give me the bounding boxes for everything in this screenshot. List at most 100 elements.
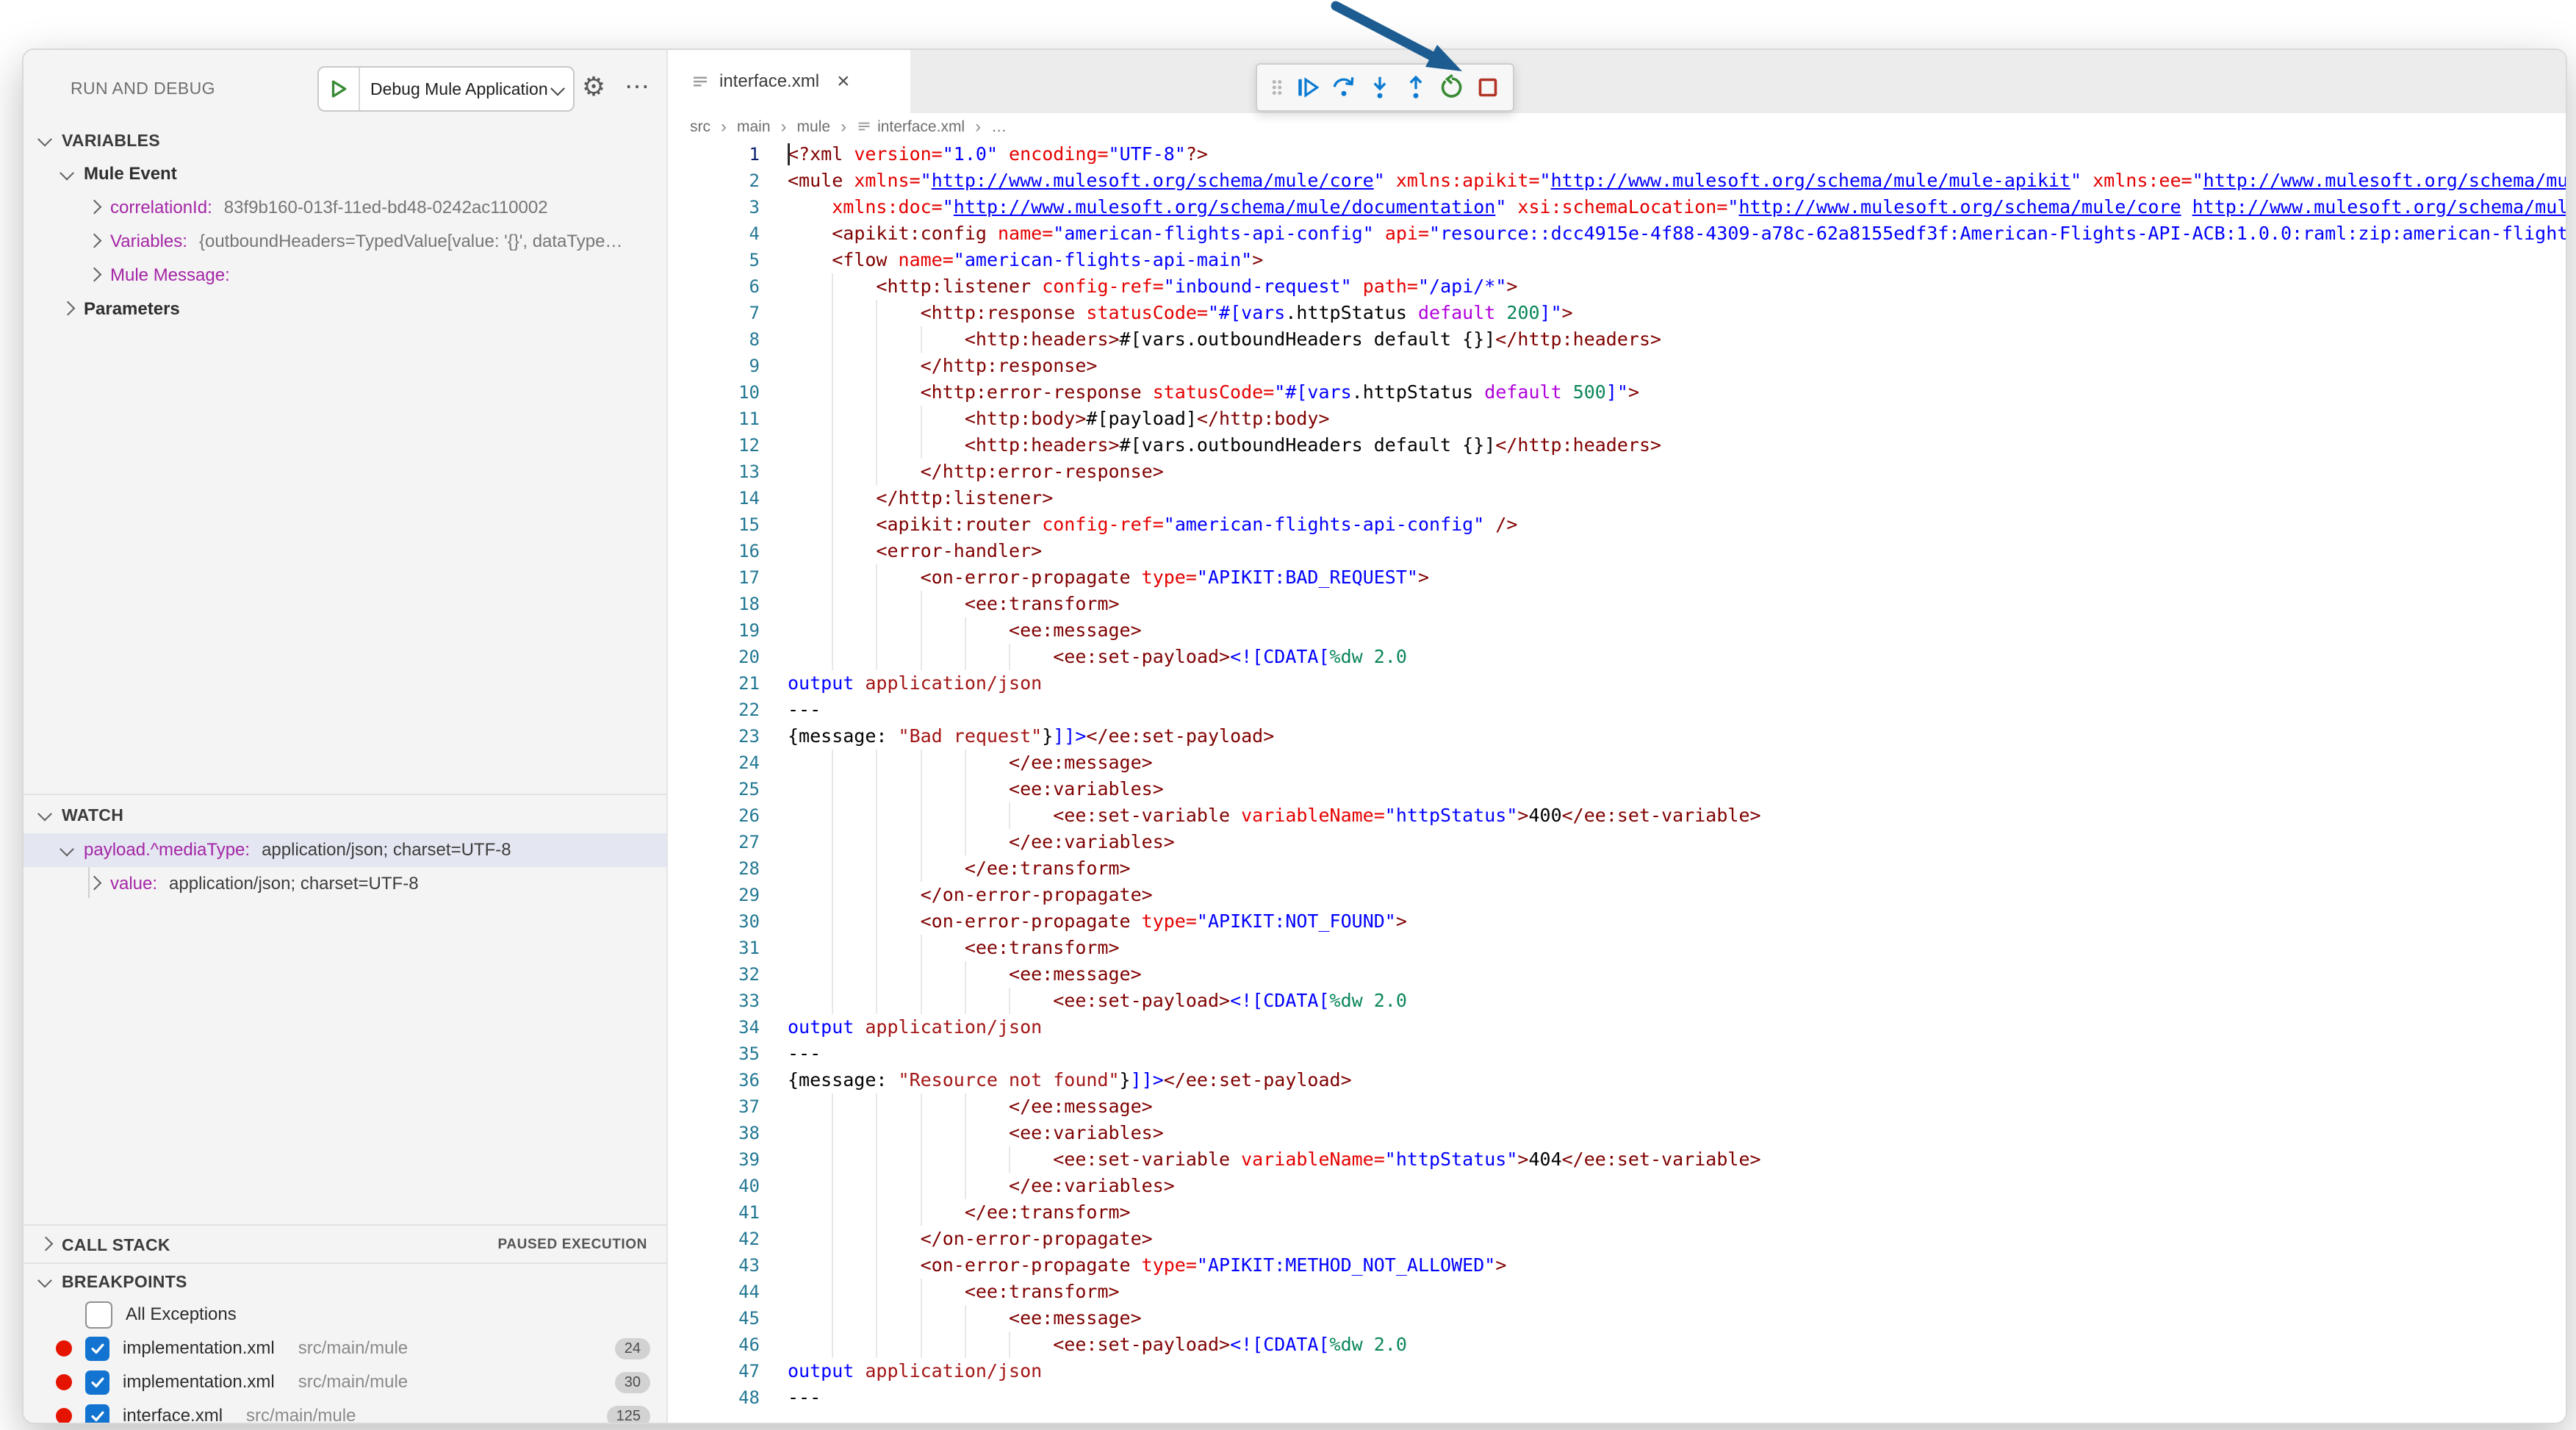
line-number[interactable]: 43 [668, 1252, 788, 1279]
line-number[interactable]: 30 [668, 908, 788, 935]
line-number[interactable]: 12 [668, 432, 788, 459]
line-number[interactable]: 21 [668, 670, 788, 697]
line-number[interactable]: 35 [668, 1041, 788, 1067]
code-line-20[interactable]: 20 <ee:set-payload><![CDATA[%dw 2.0 [668, 644, 2566, 670]
breadcrumb-item-src[interactable]: src [690, 118, 710, 136]
line-number[interactable]: 22 [668, 697, 788, 723]
breakpoint-checkbox[interactable] [85, 1301, 112, 1329]
variables-section-header[interactable]: VARIABLES [24, 123, 666, 157]
code-line-8[interactable]: 8 <http:headers>#[vars.outboundHeaders d… [668, 326, 2566, 353]
line-number[interactable]: 31 [668, 935, 788, 961]
start-debug-icon[interactable] [319, 68, 360, 110]
line-number[interactable]: 32 [668, 961, 788, 988]
breakpoint-checkbox[interactable] [85, 1336, 109, 1361]
code-viewport[interactable]: 1 <?xml version="1.0" encoding="UTF-8"?> 2… [668, 141, 2566, 1423]
watch-row-0[interactable]: payload.^mediaType: application/json; cha… [24, 833, 666, 867]
line-number[interactable]: 36 [668, 1067, 788, 1093]
code-line-41[interactable]: 41 </ee:transform> [668, 1199, 2566, 1226]
views-more-actions-icon[interactable]: ⋯ [620, 69, 655, 104]
line-number[interactable]: 6 [668, 273, 788, 300]
line-number[interactable]: 23 [668, 723, 788, 750]
variables-row-1[interactable]: correlationId: 83f9b160-013f-11ed-bd48-02… [24, 191, 666, 225]
code-line-5[interactable]: 5 <flow name="american-flights-api-main"… [668, 247, 2566, 273]
breadcrumb-item-interface.xml[interactable]: interface.xml [857, 118, 965, 136]
line-number[interactable]: 5 [668, 247, 788, 273]
code-line-23[interactable]: 23 {message: "Bad request"}]]></ee:set-pa… [668, 723, 2566, 750]
breakpoint-row-3[interactable]: interface.xml src/main/mule 125 [24, 1399, 666, 1423]
code-line-3[interactable]: 3 xmlns:doc="http://www.mulesoft.org/sch… [668, 194, 2566, 220]
code-line-45[interactable]: 45 <ee:message> [668, 1305, 2566, 1332]
code-line-37[interactable]: 37 </ee:message> [668, 1093, 2566, 1120]
code-line-33[interactable]: 33 <ee:set-payload><![CDATA[%dw 2.0 [668, 988, 2566, 1014]
line-number[interactable]: 29 [668, 882, 788, 908]
variables-row-2[interactable]: Variables: {outboundHeaders=TypedValue[va… [24, 225, 666, 259]
code-line-32[interactable]: 32 <ee:message> [668, 961, 2566, 988]
code-line-9[interactable]: 9 </http:response> [668, 353, 2566, 379]
line-number[interactable]: 13 [668, 459, 788, 485]
line-number[interactable]: 25 [668, 776, 788, 802]
code-line-21[interactable]: 21 output application/json [668, 670, 2566, 697]
line-number[interactable]: 42 [668, 1226, 788, 1252]
code-line-19[interactable]: 19 <ee:message> [668, 617, 2566, 644]
code-line-44[interactable]: 44 <ee:transform> [668, 1279, 2566, 1305]
line-number[interactable]: 7 [668, 300, 788, 326]
stop-icon[interactable] [1473, 73, 1503, 102]
code-line-18[interactable]: 18 <ee:transform> [668, 591, 2566, 617]
tab-interface-xml[interactable]: interface.xml × [668, 50, 910, 113]
code-line-11[interactable]: 11 <http:body>#[payload]</http:body> [668, 406, 2566, 432]
code-line-16[interactable]: 16 <error-handler> [668, 538, 2566, 564]
code-line-1[interactable]: 1 <?xml version="1.0" encoding="UTF-8"?> [668, 141, 2566, 168]
line-number[interactable]: 17 [668, 564, 788, 591]
code-line-27[interactable]: 27 </ee:variables> [668, 829, 2566, 855]
launch-config-dropdown[interactable]: Debug Mule Application [317, 66, 575, 112]
code-line-4[interactable]: 4 <apikit:config name="american-flights-… [668, 220, 2566, 247]
line-number[interactable]: 48 [668, 1384, 788, 1411]
code-line-25[interactable]: 25 <ee:variables> [668, 776, 2566, 802]
line-number[interactable]: 3 [668, 194, 788, 220]
code-line-15[interactable]: 15 <apikit:router config-ref="american-f… [668, 511, 2566, 538]
line-number[interactable]: 34 [668, 1014, 788, 1041]
code-line-28[interactable]: 28 </ee:transform> [668, 855, 2566, 882]
line-number[interactable]: 33 [668, 988, 788, 1014]
code-line-34[interactable]: 34 output application/json [668, 1014, 2566, 1041]
step-out-icon[interactable] [1401, 73, 1431, 102]
code-line-10[interactable]: 10 <http:error-response statusCode="#[va… [668, 379, 2566, 406]
line-number[interactable]: 1 [668, 141, 788, 168]
line-number[interactable]: 18 [668, 591, 788, 617]
code-line-12[interactable]: 12 <http:headers>#[vars.outboundHeaders … [668, 432, 2566, 459]
watch-row-1[interactable]: value: application/json; charset=UTF-8 [24, 867, 666, 901]
line-number[interactable]: 11 [668, 406, 788, 432]
line-number[interactable]: 40 [668, 1173, 788, 1199]
breakpoint-checkbox[interactable] [85, 1404, 109, 1423]
code-line-13[interactable]: 13 </http:error-response> [668, 459, 2566, 485]
code-line-35[interactable]: 35 --- [668, 1041, 2566, 1067]
variables-row-4[interactable]: Parameters [24, 292, 666, 326]
code-line-48[interactable]: 48 --- [668, 1384, 2566, 1411]
step-into-icon[interactable] [1365, 73, 1395, 102]
line-number[interactable]: 19 [668, 617, 788, 644]
breadcrumb-item-[interactable]: … [991, 118, 1007, 136]
code-line-22[interactable]: 22 --- [668, 697, 2566, 723]
breadcrumb-item-mule[interactable]: mule [797, 118, 831, 136]
watch-section-header[interactable]: WATCH [24, 798, 666, 832]
line-number[interactable]: 20 [668, 644, 788, 670]
toolbar-drag-grip-icon[interactable] [1267, 73, 1287, 102]
code-line-6[interactable]: 6 <http:listener config-ref="inbound-req… [668, 273, 2566, 300]
line-number[interactable]: 2 [668, 168, 788, 194]
line-number[interactable]: 41 [668, 1199, 788, 1226]
line-number[interactable]: 37 [668, 1093, 788, 1120]
tab-close-icon[interactable]: × [837, 71, 850, 93]
line-number[interactable]: 10 [668, 379, 788, 406]
code-line-26[interactable]: 26 <ee:set-variable variableName="httpSt… [668, 802, 2566, 829]
breakpoints-section-header[interactable]: BREAKPOINTS [24, 1265, 666, 1298]
line-number[interactable]: 24 [668, 750, 788, 776]
line-number[interactable]: 26 [668, 802, 788, 829]
line-number[interactable]: 46 [668, 1332, 788, 1358]
call-stack-section-header[interactable]: CALL STACK PAUSED EXECUTION [24, 1229, 666, 1261]
code-line-40[interactable]: 40 </ee:variables> [668, 1173, 2566, 1199]
debug-settings-gear-icon[interactable]: ⚙ [576, 69, 611, 104]
code-line-29[interactable]: 29 </on-error-propagate> [668, 882, 2566, 908]
line-number[interactable]: 16 [668, 538, 788, 564]
line-number[interactable]: 14 [668, 485, 788, 511]
breakpoint-row-1[interactable]: implementation.xml src/main/mule 24 [24, 1332, 666, 1365]
